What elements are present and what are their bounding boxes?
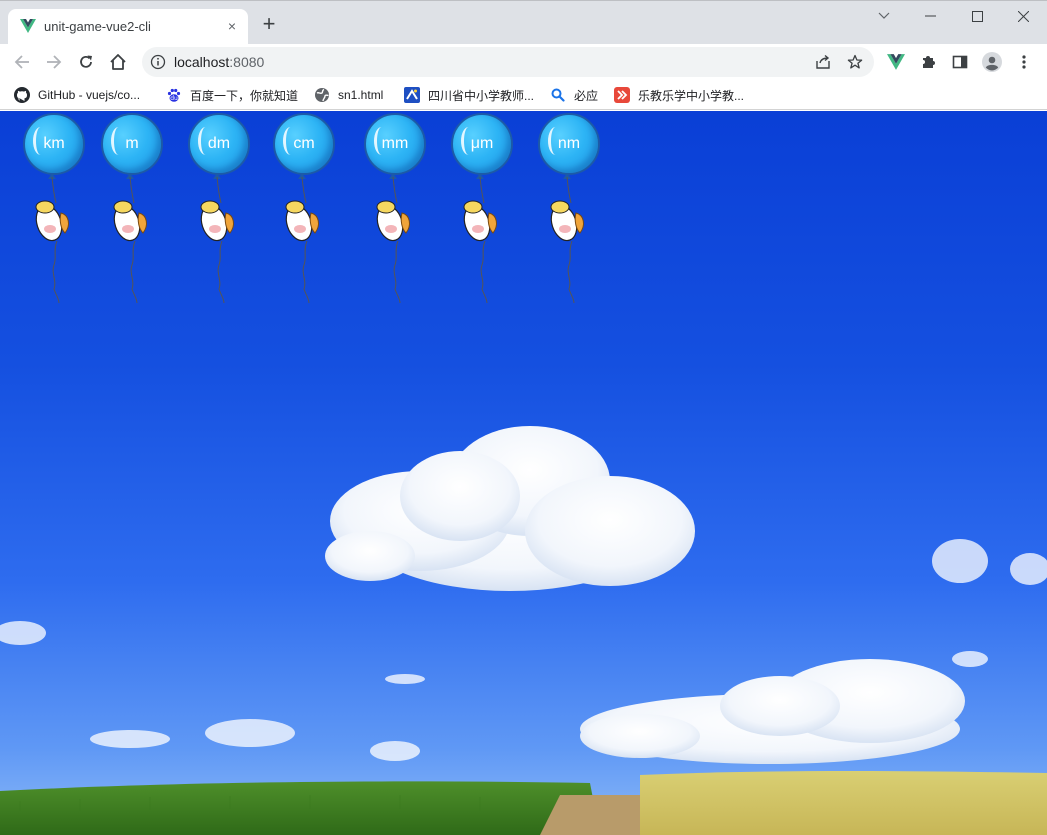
game-stage: km m dm cm mm μm nm	[0, 111, 1047, 835]
character-hanging-icon	[113, 177, 147, 304]
balloon-m[interactable]: m	[101, 111, 165, 306]
baidu-icon: du	[166, 87, 182, 103]
bookmark-sichuan-edu[interactable]: 四川省中小学教师...	[404, 85, 534, 105]
balloon-shape[interactable]: mm	[364, 113, 426, 175]
bookmark-label: GitHub - vuejs/co...	[38, 88, 141, 102]
balloon-unit-label: μm	[470, 135, 494, 152]
bookmarks-bar: GitHub - vuejs/co... du 百度一下，你就知道 sn1.ht…	[0, 80, 1047, 110]
back-arrow-icon[interactable]	[10, 50, 34, 74]
balloon-unit-label: km	[43, 135, 65, 152]
menu-kebab-icon[interactable]	[1014, 52, 1034, 72]
globe-icon	[314, 87, 330, 103]
tab-title: unit-game-vue2-cli	[44, 19, 151, 34]
title-bar: unit-game-vue2-cli × +	[0, 0, 1047, 45]
bookmark-label: 百度一下，你就知道	[190, 88, 299, 103]
character-hanging-icon	[463, 177, 497, 304]
balloon-um[interactable]: μm	[451, 111, 515, 306]
balloon-shape[interactable]: dm	[188, 113, 250, 175]
github-icon	[14, 87, 30, 103]
balloon-unit-label: mm	[381, 135, 409, 152]
bookmark-github[interactable]: GitHub - vuejs/co...	[14, 85, 140, 105]
balloon-shape[interactable]: μm	[451, 113, 513, 175]
browser-tab[interactable]: unit-game-vue2-cli ×	[8, 9, 248, 45]
tab-close-icon[interactable]: ×	[224, 18, 240, 34]
balloon-shape[interactable]: m	[101, 113, 163, 175]
bookmark-baidu[interactable]: du 百度一下，你就知道	[166, 85, 298, 105]
character-hanging-icon	[285, 177, 319, 304]
minimize-button[interactable]	[907, 1, 953, 31]
balloon-unit-label: nm	[557, 135, 581, 152]
url-host: localhost	[174, 54, 230, 70]
svg-text:du: du	[170, 95, 178, 102]
lejiaolexue-icon	[614, 87, 630, 103]
bookmark-label: 四川省中小学教师...	[428, 88, 535, 103]
cloud	[325, 426, 695, 591]
balloon-unit-label: m	[125, 135, 139, 152]
bookmark-sn1[interactable]: sn1.html	[314, 85, 383, 105]
character-hanging-icon	[376, 177, 410, 304]
close-window-button[interactable]	[1000, 1, 1046, 31]
cloud	[580, 659, 965, 764]
green-field	[0, 781, 600, 835]
character-hanging-icon	[35, 177, 69, 304]
address-bar[interactable]: localhost:8080	[142, 47, 874, 77]
bookmark-lejiaolexue[interactable]: 乐教乐学中小学教...	[614, 85, 744, 105]
character-hanging-icon	[550, 177, 584, 304]
url-text[interactable]: localhost:8080	[174, 54, 264, 70]
sichuan-edu-icon	[404, 87, 420, 103]
reload-icon[interactable]	[74, 50, 98, 74]
balloon-dm[interactable]: dm	[188, 111, 252, 306]
bookmark-label: sn1.html	[338, 88, 384, 102]
browser-toolbar: localhost:8080	[0, 44, 1047, 80]
balloon-shape[interactable]: nm	[538, 113, 600, 175]
character-hanging-icon	[200, 177, 234, 304]
balloon-mm[interactable]: mm	[364, 111, 428, 306]
balloon-cm[interactable]: cm	[273, 111, 337, 306]
balloon-km[interactable]: km	[23, 111, 87, 306]
bookmark-label: 必应	[574, 88, 599, 103]
maximize-button[interactable]	[954, 1, 1000, 31]
wheat-field	[640, 771, 1047, 835]
url-port: :8080	[229, 54, 265, 70]
balloon-nm[interactable]: nm	[538, 111, 602, 306]
vue-devtools-icon[interactable]	[886, 52, 906, 72]
bookmark-star-icon[interactable]	[846, 53, 864, 71]
extensions-puzzle-icon[interactable]	[918, 52, 938, 72]
new-tab-button[interactable]: +	[258, 13, 280, 36]
balloon-shape[interactable]: km	[23, 113, 85, 175]
side-panel-icon[interactable]	[950, 52, 970, 72]
site-info-icon[interactable]	[150, 54, 166, 70]
bookmark-label: 乐教乐学中小学教...	[638, 88, 745, 103]
forward-arrow-icon[interactable]	[42, 50, 66, 74]
balloon-shape[interactable]: cm	[273, 113, 335, 175]
home-icon[interactable]	[106, 50, 130, 74]
bing-search-icon	[550, 87, 566, 103]
share-icon[interactable]	[814, 53, 832, 71]
profile-avatar-icon[interactable]	[982, 52, 1002, 72]
balloon-unit-label: dm	[207, 135, 231, 152]
balloon-unit-label: cm	[293, 135, 315, 152]
bookmark-bing[interactable]: 必应	[550, 85, 598, 105]
vue-logo-icon	[20, 19, 36, 33]
tab-search-chevron-icon[interactable]	[861, 1, 907, 31]
